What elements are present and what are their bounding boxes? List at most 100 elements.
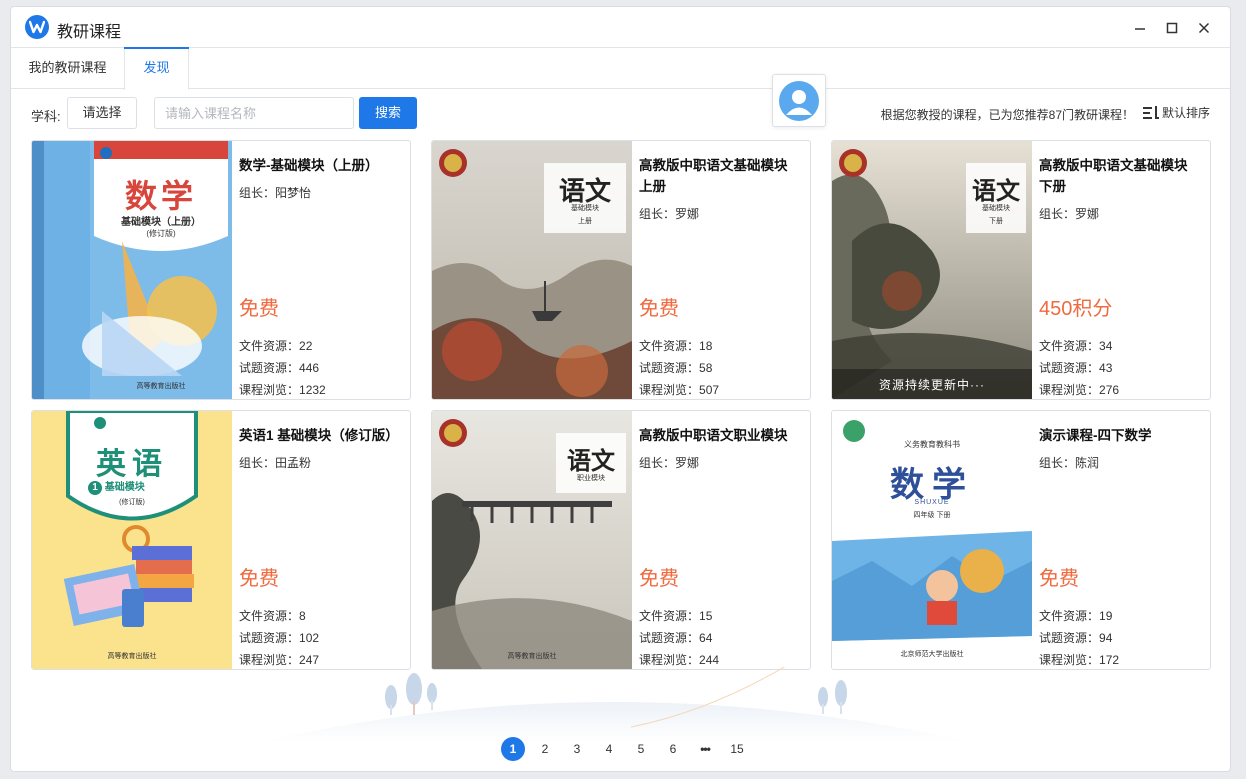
course-cover: 数学 基础模块（上册） (修订版) 高等教育出版社 — [32, 141, 232, 399]
course-title: 英语1 基础模块（修订版） — [239, 428, 399, 443]
course-price: 450积分 — [1039, 298, 1113, 320]
cover-subtitle: 基础模块 — [982, 205, 1010, 212]
course-leader: 组长：阳梦怡 — [239, 186, 312, 200]
course-cover: 语文 基础模块 上册 — [432, 141, 632, 399]
close-icon — [1198, 22, 1210, 34]
app-logo-icon — [25, 15, 49, 39]
course-card[interactable]: 语文 基础模块 下册 资源持续更新中··· 高教版中职语文基础模块下册 组长：罗… — [831, 140, 1211, 400]
course-leader: 组长：罗娜 — [639, 456, 700, 470]
page-6-button[interactable]: 6 — [657, 737, 689, 761]
question-count: 试题资源：94 — [1039, 631, 1113, 645]
view-count: 课程浏览：507 — [639, 383, 720, 397]
cover-subtitle: 职业模块 — [577, 475, 605, 482]
file-count: 文件资源：15 — [639, 609, 713, 623]
maximize-icon — [1166, 22, 1178, 34]
cover-caption: 资源持续更新中··· — [879, 378, 985, 392]
cover-publisher: 高等教育出版社 — [507, 653, 557, 660]
course-price: 免费 — [239, 298, 279, 320]
course-card[interactable]: 语文 基础模块 上册 高教版中职语文基础模块上册 组长：罗娜 免费 文件资源：1… — [431, 140, 811, 400]
file-count: 文件资源：19 — [1039, 609, 1113, 623]
course-info: 高教版中职语文基础模块上册 组长：罗娜 免费 文件资源：18 试题资源：58 课… — [639, 155, 800, 397]
course-title: 高教版中职语文职业模块 — [639, 428, 788, 443]
cover-subtitle: 1 基础模块 — [88, 478, 188, 495]
page-4-button[interactable]: 4 — [593, 737, 625, 761]
tab-my-courses[interactable]: 我的教研课程 — [11, 48, 124, 89]
view-count: 课程浏览：276 — [1039, 383, 1120, 397]
cover-publisher: 高等教育出版社 — [136, 383, 186, 390]
pagination: 1 2 3 4 5 6 ••• 15 — [497, 737, 753, 761]
cover-pinyin: SHUXUE — [914, 499, 950, 506]
course-title: 数学-基础模块（上册） — [239, 158, 379, 173]
cover-title: 英语 — [96, 448, 168, 481]
cover-publisher: 北京师范大学出版社 — [900, 651, 964, 658]
question-count: 试题资源：446 — [239, 361, 320, 375]
page-3-button[interactable]: 3 — [561, 737, 593, 761]
course-leader: 组长：罗娜 — [639, 207, 700, 221]
cover-title: 语文 — [972, 176, 1020, 205]
course-leader: 组长：罗娜 — [1039, 207, 1100, 221]
course-card[interactable]: 数学 基础模块（上册） (修订版) 高等教育出版社 数学-基础模块（上册） 组长… — [31, 140, 411, 400]
maximize-button[interactable] — [1161, 17, 1183, 39]
course-title: 演示课程-四下数学 — [1039, 428, 1152, 443]
search-button[interactable]: 搜索 — [359, 97, 417, 129]
cover-volume: 下册 — [989, 218, 1003, 225]
cover-edition: (修订版) — [146, 229, 176, 238]
course-info: 数学-基础模块（上册） 组长：阳梦怡 免费 文件资源：22 试题资源：446 课… — [239, 155, 400, 397]
course-cover: 语文 基础模块 下册 资源持续更新中··· — [832, 141, 1032, 399]
course-card[interactable]: 语文 职业模块 高等教育出版社 高教版中职语文职业模块 组长：罗娜 免费 文件资… — [431, 410, 811, 670]
view-count: 课程浏览：247 — [239, 653, 320, 667]
course-info: 英语1 基础模块（修订版） 组长：田孟粉 免费 文件资源：8 试题资源：102 … — [239, 425, 400, 667]
file-count: 文件资源：22 — [239, 339, 313, 353]
cover-title: 数学 — [124, 178, 197, 214]
cover-volume: 上册 — [578, 218, 592, 225]
subject-label: 学科: — [31, 109, 61, 124]
question-count: 试题资源：58 — [639, 361, 713, 375]
course-price: 免费 — [239, 568, 279, 590]
page-ellipsis-button[interactable]: ••• — [689, 737, 721, 761]
course-cover: 义务教育教科书 数学 SHUXUE 四年级 下册 北京师范大学出版社 — [832, 411, 1032, 669]
file-count: 文件资源：8 — [239, 609, 306, 623]
page-2-button[interactable]: 2 — [529, 737, 561, 761]
user-avatar-icon — [779, 80, 819, 121]
file-count: 文件资源：18 — [639, 339, 713, 353]
question-count: 试题资源：102 — [239, 631, 320, 645]
sort-icon — [1142, 105, 1159, 119]
cover-grade: 四年级 下册 — [913, 512, 951, 519]
question-count: 试题资源：64 — [639, 631, 713, 645]
search-input[interactable] — [154, 97, 354, 129]
avatar[interactable] — [772, 74, 826, 127]
page-1-button[interactable]: 1 — [497, 737, 529, 761]
title-bar: 教研课程 — [11, 7, 1230, 48]
app-window: 教研课程 我的教研课程 发现 学科: 请选择 搜索 根据您教授的课程，已为您推荐… — [10, 6, 1231, 772]
close-button[interactable] — [1193, 17, 1215, 39]
file-count: 文件资源：34 — [1039, 339, 1113, 353]
page-15-button[interactable]: 15 — [721, 737, 753, 761]
sort-button[interactable]: 默认排序 — [1142, 104, 1210, 121]
view-count: 课程浏览：172 — [1039, 653, 1120, 667]
course-cover: 语文 职业模块 高等教育出版社 — [432, 411, 632, 669]
cover-subtitle: 基础模块（上册） — [121, 217, 201, 228]
course-title: 高教版中职语文基础模块下册 — [1039, 158, 1188, 194]
window-title: 教研课程 — [57, 24, 122, 41]
course-leader: 组长：陈润 — [1039, 456, 1100, 470]
course-info: 演示课程-四下数学 组长：陈润 免费 文件资源：19 试题资源：94 课程浏览：… — [1039, 425, 1200, 667]
course-info: 高教版中职语文职业模块 组长：罗娜 免费 文件资源：15 试题资源：64 课程浏… — [639, 425, 800, 667]
view-count: 课程浏览：244 — [639, 653, 720, 667]
cover-edition: (修订版) — [119, 499, 145, 506]
page-5-button[interactable]: 5 — [625, 737, 657, 761]
course-card[interactable]: 义务教育教科书 数学 SHUXUE 四年级 下册 北京师范大学出版社 演示课程-… — [831, 410, 1211, 670]
subject-select[interactable]: 请选择 — [67, 97, 137, 129]
course-price: 免费 — [639, 298, 679, 320]
tab-discover[interactable]: 发现 — [124, 47, 189, 90]
minimize-button[interactable] — [1129, 17, 1151, 39]
cover-title: 语文 — [567, 446, 615, 475]
course-info: 高教版中职语文基础模块下册 组长：罗娜 450积分 文件资源：34 试题资源：4… — [1039, 155, 1200, 397]
tab-bar: 我的教研课程 发现 — [11, 47, 1230, 90]
recommend-text: 根据您教授的课程，已为您推荐87门教研课程！ — [880, 108, 1134, 122]
cover-publisher: 高等教育出版社 — [107, 653, 157, 660]
course-leader: 组长：田孟粉 — [239, 456, 312, 470]
course-price: 免费 — [1039, 568, 1079, 590]
course-card[interactable]: 英语 1 基础模块 (修订版) 高等教育出版社 英语1 基础模块（修订版） 组长… — [31, 410, 411, 670]
course-cover: 英语 1 基础模块 (修订版) 高等教育出版社 — [32, 411, 232, 669]
view-count: 课程浏览：1232 — [239, 383, 326, 397]
